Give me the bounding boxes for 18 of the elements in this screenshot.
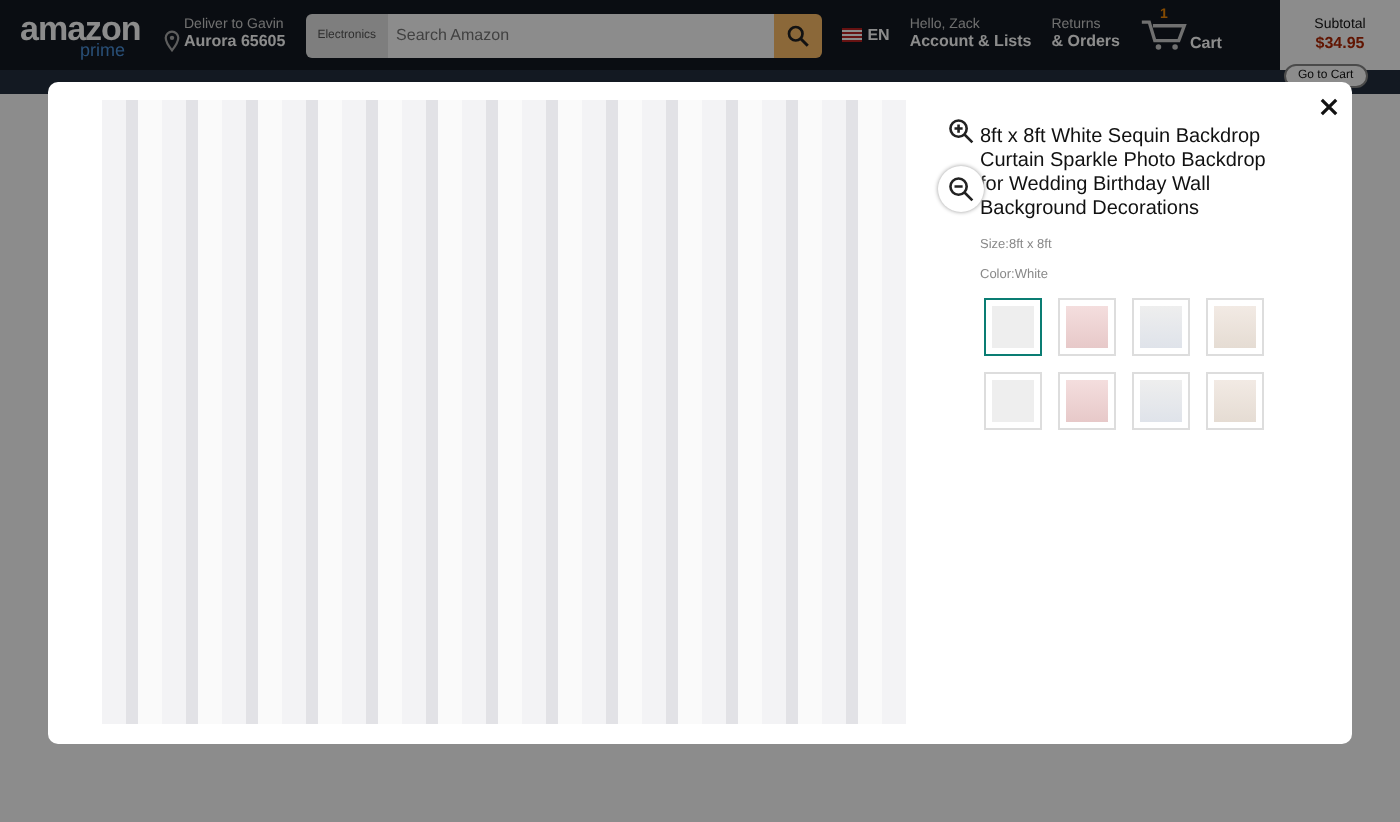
search-button[interactable] (773, 13, 822, 57)
cart-link[interactable]: Cart (1189, 34, 1222, 52)
orders-link[interactable]: & Orders (1051, 33, 1120, 52)
close-icon (1319, 97, 1337, 115)
search-field[interactable]: Search Amazon (388, 13, 774, 57)
zoom-out-button[interactable] (938, 166, 984, 212)
language-selector[interactable]: EN (867, 26, 890, 44)
location-pin-icon (164, 29, 180, 52)
zoom-out-icon (948, 176, 974, 202)
cart-icon[interactable] (1139, 18, 1188, 52)
account-link[interactable]: Account & Lists (909, 33, 1032, 52)
logo-text[interactable]: amazon (20, 11, 144, 45)
subtotal-amount: $34.95 (1315, 33, 1365, 53)
thumbnail[interactable] (984, 298, 1042, 356)
search-icon (785, 23, 810, 47)
flag-icon (841, 28, 862, 42)
deliver-location[interactable]: Aurora 65605 (184, 33, 286, 52)
zoom-in-icon (948, 118, 974, 144)
